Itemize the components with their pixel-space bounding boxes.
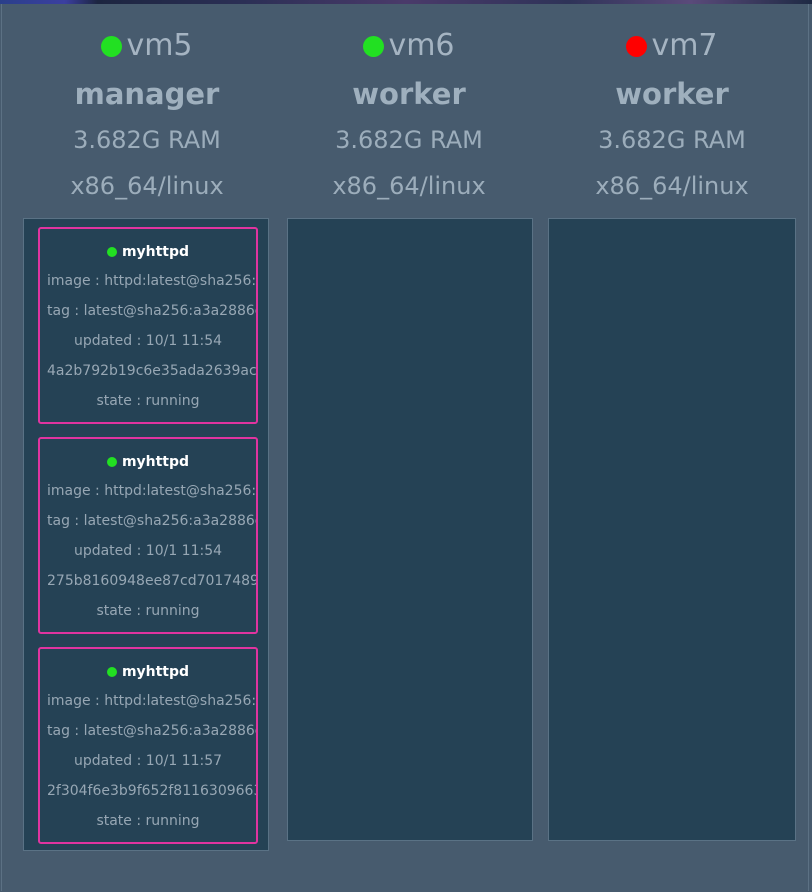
task-state: state : running	[96, 813, 200, 829]
node-name: vm6	[278, 24, 540, 68]
task-title: myhttpd	[40, 662, 256, 682]
task-service-name: myhttpd	[121, 664, 190, 680]
node-name: vm5	[16, 24, 278, 68]
node-name-label: vm6	[388, 28, 455, 63]
status-down-icon	[626, 35, 648, 57]
task-state: state : running	[96, 603, 200, 619]
node-arch: x86_64/linux	[332, 172, 486, 200]
task-service-name: myhttpd	[121, 244, 190, 260]
task-updated: updated : 10/1 11:57	[73, 753, 223, 769]
node-name: vm7	[541, 24, 803, 68]
node-ram: 3.682G RAM	[598, 126, 746, 154]
node-name-label: vm7	[651, 28, 718, 63]
node-role: worker	[615, 77, 729, 111]
node-header: vm7 worker 3.682G RAM x86_64/linux	[541, 24, 803, 209]
task-tag: tag : latest@sha256:a3a2886ec	[47, 303, 256, 319]
task-card[interactable]: myhttpd image : httpd:latest@sha256:a ta…	[38, 437, 258, 634]
task-image: image : httpd:latest@sha256:a	[47, 693, 256, 709]
node-header: vm6 worker 3.682G RAM x86_64/linux	[278, 24, 540, 209]
task-running-icon	[106, 667, 117, 677]
task-id: 2f304f6e3b9f652f81163096638	[47, 783, 256, 799]
task-image: image : httpd:latest@sha256:a	[47, 273, 256, 289]
node-role: worker	[352, 77, 466, 111]
task-image: image : httpd:latest@sha256:a	[47, 483, 256, 499]
node-role: manager	[74, 77, 220, 111]
task-title: myhttpd	[40, 242, 256, 262]
task-updated: updated : 10/1 11:54	[73, 543, 223, 559]
task-running-icon	[106, 457, 117, 467]
status-up-icon	[101, 35, 123, 57]
task-title: myhttpd	[40, 452, 256, 472]
task-updated: updated : 10/1 11:54	[73, 333, 223, 349]
node-ram: 3.682G RAM	[335, 126, 483, 154]
task-tag: tag : latest@sha256:a3a2886ec	[47, 513, 256, 529]
task-id: 4a2b792b19c6e35ada2639ac7	[47, 363, 256, 379]
node-arch: x86_64/linux	[70, 172, 224, 200]
node-header: vm5 manager 3.682G RAM x86_64/linux	[16, 24, 278, 209]
task-column-vm7	[548, 218, 796, 841]
task-card[interactable]: myhttpd image : httpd:latest@sha256:a ta…	[38, 227, 258, 424]
status-up-icon	[363, 35, 385, 57]
task-column-vm5: myhttpd image : httpd:latest@sha256:a ta…	[23, 218, 269, 851]
node-arch: x86_64/linux	[595, 172, 749, 200]
node-ram: 3.682G RAM	[73, 126, 221, 154]
task-tag: tag : latest@sha256:a3a2886ec	[47, 723, 256, 739]
task-running-icon	[106, 247, 117, 257]
task-column-vm6	[287, 218, 533, 841]
task-state: state : running	[96, 393, 200, 409]
task-service-name: myhttpd	[121, 454, 190, 470]
task-id: 275b8160948ee87cd70174896	[47, 573, 256, 589]
node-name-label: vm5	[126, 28, 193, 63]
task-card[interactable]: myhttpd image : httpd:latest@sha256:a ta…	[38, 647, 258, 844]
